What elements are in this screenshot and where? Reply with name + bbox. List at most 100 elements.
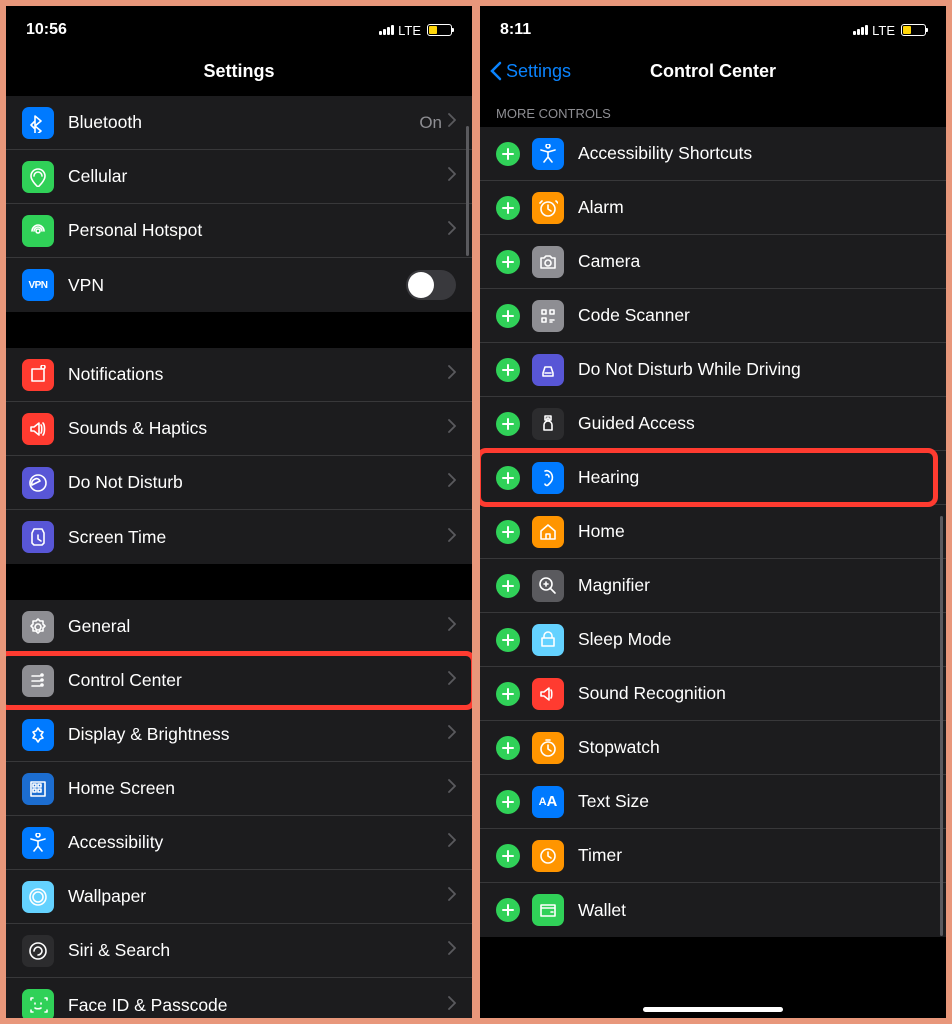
scrollbar-indicator (466, 126, 469, 256)
display-icon (22, 719, 54, 751)
control-label: Timer (578, 845, 930, 866)
chevron-right-icon (448, 473, 456, 492)
page-title: Settings (203, 61, 274, 82)
row-dnd[interactable]: Do Not Disturb (6, 456, 472, 510)
controlcenter-icon (22, 665, 54, 697)
row-homescreen[interactable]: Home Screen (6, 762, 472, 816)
add-button[interactable] (496, 466, 520, 490)
control-row-sleep: Sleep Mode (480, 613, 946, 667)
chevron-right-icon (448, 221, 456, 240)
row-cellular[interactable]: Cellular (6, 150, 472, 204)
control-label: Sleep Mode (578, 629, 930, 650)
add-button[interactable] (496, 250, 520, 274)
settings-screen: 10:56 LTE Settings BluetoothOn Cellular Pe… (6, 6, 472, 1018)
chevron-right-icon (448, 941, 456, 960)
control-label: Sound Recognition (578, 683, 930, 704)
control-row-guided: Guided Access (480, 397, 946, 451)
add-button[interactable] (496, 574, 520, 598)
row-wallpaper[interactable]: Wallpaper (6, 870, 472, 924)
page-title: Control Center (650, 61, 776, 82)
chevron-right-icon (448, 113, 456, 132)
chevron-right-icon (448, 996, 456, 1015)
general-icon (22, 611, 54, 643)
add-button[interactable] (496, 358, 520, 382)
add-button[interactable] (496, 844, 520, 868)
hearing-icon (532, 462, 564, 494)
hotspot-icon (22, 215, 54, 247)
control-label: Stopwatch (578, 737, 930, 758)
settings-list[interactable]: BluetoothOnCellularPersonal HotspotVPNVP… (6, 96, 472, 1018)
add-button[interactable] (496, 520, 520, 544)
control-label: Guided Access (578, 413, 930, 434)
chevron-right-icon (448, 887, 456, 906)
row-accessibility[interactable]: Accessibility (6, 816, 472, 870)
control-label: Alarm (578, 197, 930, 218)
row-controlcenter[interactable]: Control Center (6, 654, 472, 708)
add-button[interactable] (496, 736, 520, 760)
control-label: Wallet (578, 900, 930, 921)
row-screentime[interactable]: Screen Time (6, 510, 472, 564)
row-notifications[interactable]: Notifications (6, 348, 472, 402)
sounds-icon (22, 413, 54, 445)
guided-icon (532, 408, 564, 440)
row-label: Sounds & Haptics (68, 418, 448, 439)
add-button[interactable] (496, 412, 520, 436)
vpn-toggle[interactable] (406, 270, 456, 300)
soundrec-icon (532, 678, 564, 710)
row-vpn[interactable]: VPNVPN (6, 258, 472, 312)
battery-icon (901, 24, 926, 36)
row-bluetooth[interactable]: BluetoothOn (6, 96, 472, 150)
row-label: Face ID & Passcode (68, 995, 448, 1016)
battery-icon (427, 24, 452, 36)
camera-icon (532, 246, 564, 278)
control-label: Do Not Disturb While Driving (578, 359, 930, 380)
row-general[interactable]: General (6, 600, 472, 654)
row-label: Display & Brightness (68, 724, 448, 745)
row-label: Bluetooth (68, 112, 419, 133)
row-faceid[interactable]: Face ID & Passcode (6, 978, 472, 1018)
status-time: 8:11 (500, 21, 531, 39)
back-button[interactable]: Settings (490, 61, 571, 82)
control-label: Magnifier (578, 575, 930, 596)
row-hotspot[interactable]: Personal Hotspot (6, 204, 472, 258)
add-button[interactable] (496, 304, 520, 328)
a11y-icon (532, 138, 564, 170)
scrollbar-indicator (940, 516, 943, 936)
row-label: Notifications (68, 364, 448, 385)
codescanner-icon (532, 300, 564, 332)
controls-list[interactable]: MORE CONTROLS Accessibility ShortcutsAla… (480, 96, 946, 1018)
home-icon (532, 516, 564, 548)
control-row-alarm: Alarm (480, 181, 946, 235)
row-label: Home Screen (68, 778, 448, 799)
control-center-screen: 8:11 LTE Settings Control Center MORE CO… (480, 6, 946, 1018)
add-button[interactable] (496, 196, 520, 220)
status-time: 10:56 (26, 21, 67, 39)
add-button[interactable] (496, 628, 520, 652)
home-indicator[interactable] (643, 1007, 783, 1012)
section-gap (6, 312, 472, 348)
add-button[interactable] (496, 682, 520, 706)
wallet-icon (532, 894, 564, 926)
row-label: Accessibility (68, 832, 448, 853)
cellular-icon (22, 161, 54, 193)
status-right: LTE (853, 23, 926, 38)
stopwatch-icon (532, 732, 564, 764)
chevron-right-icon (448, 671, 456, 690)
chevron-right-icon (448, 833, 456, 852)
control-row-codescanner: Code Scanner (480, 289, 946, 343)
row-label: General (68, 616, 448, 637)
row-label: Cellular (68, 166, 448, 187)
wallpaper-icon (22, 881, 54, 913)
row-siri[interactable]: Siri & Search (6, 924, 472, 978)
add-button[interactable] (496, 790, 520, 814)
row-sounds[interactable]: Sounds & Haptics (6, 402, 472, 456)
row-display[interactable]: Display & Brightness (6, 708, 472, 762)
control-label: Accessibility Shortcuts (578, 143, 930, 164)
carrier-label: LTE (398, 23, 421, 38)
add-button[interactable] (496, 142, 520, 166)
vpn-icon: VPN (22, 269, 54, 301)
add-button[interactable] (496, 898, 520, 922)
control-label: Home (578, 521, 930, 542)
control-row-a11y: Accessibility Shortcuts (480, 127, 946, 181)
signal-icon (853, 25, 868, 35)
